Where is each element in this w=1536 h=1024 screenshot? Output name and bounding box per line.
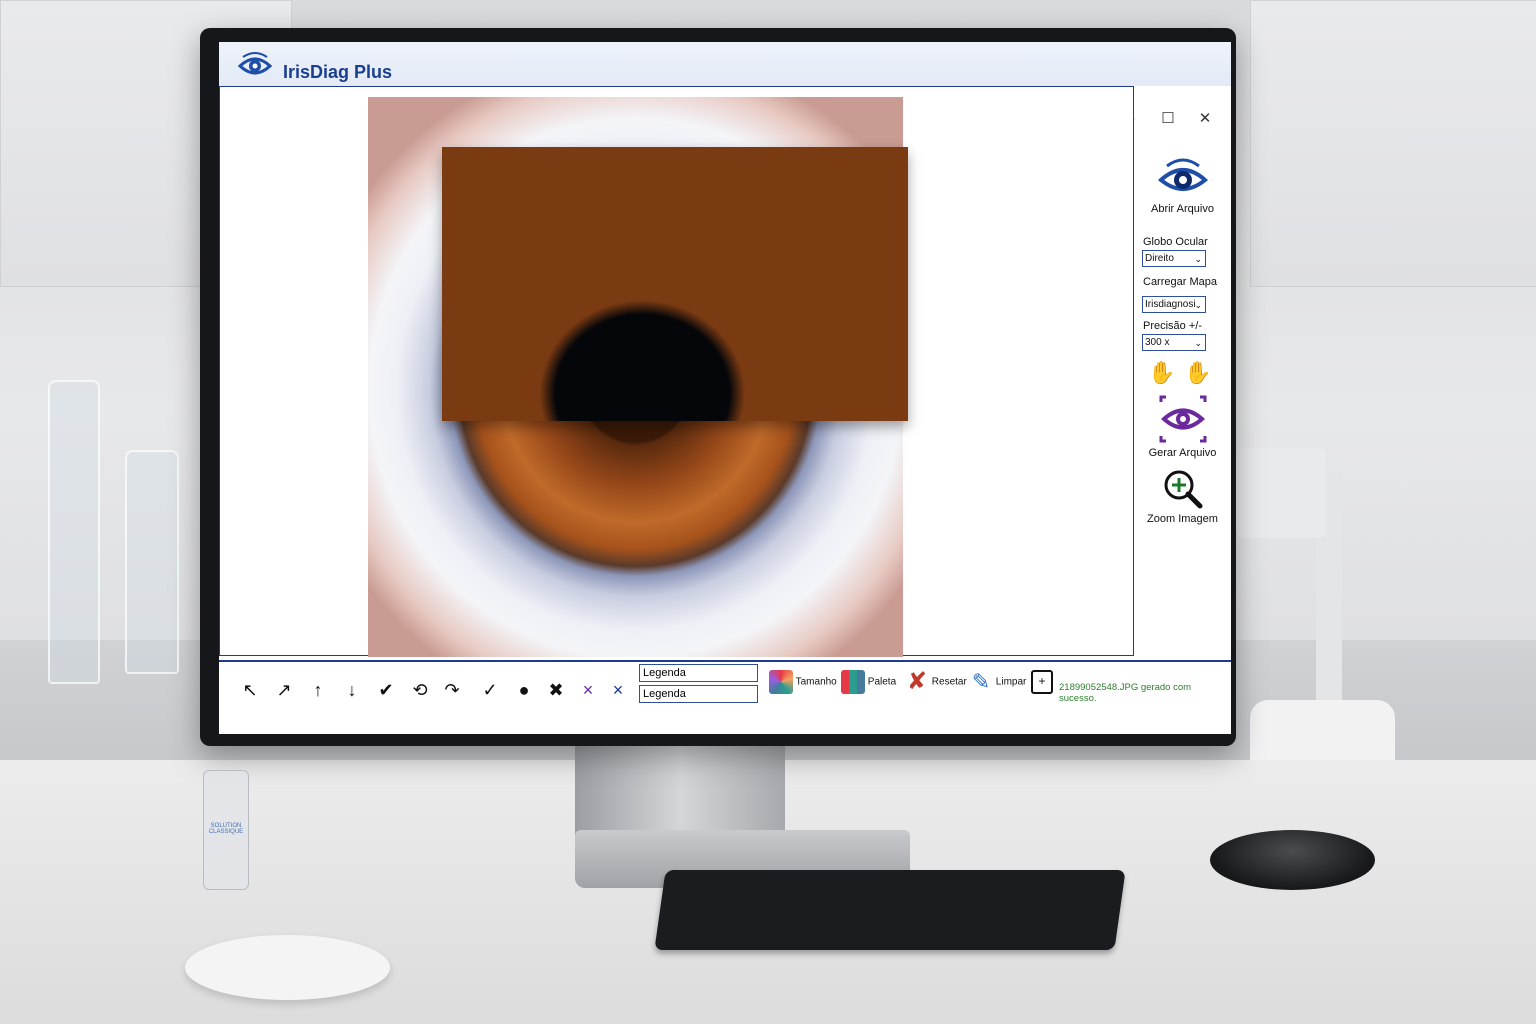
x-navy-icon[interactable]: × <box>607 679 629 701</box>
check-icon[interactable]: ✓ <box>479 679 501 701</box>
curve-right-icon[interactable]: ↷ <box>441 679 463 701</box>
keyboard <box>654 870 1126 950</box>
clear-button[interactable]: ✎ Limpar <box>969 669 1027 702</box>
arrow-up-right-icon[interactable]: ↗ <box>273 679 295 701</box>
map-value: Irisdiagnosi <box>1145 299 1196 310</box>
palette-button[interactable]: Paleta <box>841 670 896 702</box>
chevron-down-icon: ⌄ <box>1194 338 1202 348</box>
solution-bottle: SOLUTION CLASSIQUE <box>203 770 249 890</box>
app-window: IrisDiag Plus – ☐ ✕ Abrir Arquivo Globo … <box>219 42 1231 734</box>
arrow-up-left-icon[interactable]: ↖ <box>239 679 261 701</box>
mouse <box>1210 830 1375 890</box>
arrow-down-icon[interactable]: ↓ <box>341 679 363 701</box>
clear-pen-icon: ✎ <box>971 669 991 694</box>
close-button[interactable]: ✕ <box>1193 108 1217 130</box>
reset-x-icon: ✘ <box>906 668 928 695</box>
wall-cabinet-right <box>1250 0 1536 287</box>
dot-circle-icon[interactable]: ● <box>513 679 535 701</box>
zoom-in-icon <box>1164 470 1202 509</box>
size-label: Tamanho <box>795 676 837 688</box>
save-file-button[interactable]: + <box>1031 670 1053 702</box>
arrow-up-icon[interactable]: ↑ <box>307 679 329 701</box>
reset-button[interactable]: ✘ Resetar <box>905 670 967 702</box>
eye-logo-icon <box>237 51 273 86</box>
generate-file-button[interactable]: Gerar Arquivo <box>1134 394 1231 459</box>
dish <box>185 935 390 1000</box>
precision-select[interactable]: 300 x ⌄ <box>1142 334 1206 351</box>
palette-label: Paleta <box>867 676 897 688</box>
zoom-image-button[interactable]: Zoom Imagem <box>1134 468 1231 525</box>
legend-input-2[interactable]: Legenda <box>639 685 758 703</box>
zoomed-iris-overlay[interactable] <box>442 147 908 421</box>
glass-bottle <box>125 450 179 674</box>
open-file-button[interactable]: Abrir Arquivo <box>1134 152 1231 215</box>
image-viewer[interactable] <box>219 86 1134 657</box>
microscope-arm <box>1236 448 1326 538</box>
x-circle-icon[interactable]: ✖ <box>545 679 567 701</box>
globe-select[interactable]: Direito ⌄ <box>1142 250 1206 267</box>
check-bold-icon[interactable]: ✔ <box>375 679 397 701</box>
zoom-image-label: Zoom Imagem <box>1147 513 1218 525</box>
size-button[interactable]: Tamanho <box>769 670 837 702</box>
map-label: Carregar Mapa <box>1143 276 1217 288</box>
glass-bottle <box>48 380 100 684</box>
palette-icon <box>841 670 865 694</box>
bottom-toolbar: ↖ ↗ ↑ ↓ ✔ ⟲ ↷ ✓ ● ✖ × × Legenda Legenda … <box>219 660 1231 734</box>
side-panel: Abrir Arquivo Globo Ocular Direito ⌄ Car… <box>1134 132 1231 692</box>
title-bar: IrisDiag Plus <box>219 42 1231 86</box>
hand-right-icon[interactable]: ✋ <box>1184 360 1211 386</box>
open-file-label: Abrir Arquivo <box>1151 203 1214 215</box>
globe-value: Direito <box>1145 253 1174 264</box>
save-file-icon: + <box>1031 670 1053 694</box>
x-purple-icon[interactable]: × <box>577 679 599 701</box>
curve-left-icon[interactable]: ⟲ <box>409 679 431 701</box>
app-title: IrisDiag Plus <box>283 62 393 82</box>
map-select[interactable]: Irisdiagnosi ⌄ <box>1142 296 1206 313</box>
size-color-icon <box>769 670 793 694</box>
clear-label: Limpar <box>995 676 1027 688</box>
legend-input-1[interactable]: Legenda <box>639 664 758 682</box>
precision-label: Precisão +/- <box>1143 320 1202 332</box>
chevron-down-icon: ⌄ <box>1194 254 1202 264</box>
bottle-label: SOLUTION CLASSIQUE <box>208 823 244 835</box>
eye-scan-icon <box>1159 395 1206 443</box>
hand-left-icon[interactable]: ✋ <box>1148 360 1175 386</box>
precision-value: 300 x <box>1145 337 1170 348</box>
status-message: 21899052548.JPG gerado com sucesso. <box>1059 682 1192 704</box>
maximize-button[interactable]: ☐ <box>1156 108 1180 130</box>
generate-file-label: Gerar Arquivo <box>1148 447 1217 459</box>
chevron-down-icon: ⌄ <box>1194 300 1202 310</box>
reset-label: Resetar <box>931 676 967 688</box>
globe-label: Globo Ocular <box>1143 236 1208 248</box>
eye-open-icon <box>1157 158 1208 191</box>
